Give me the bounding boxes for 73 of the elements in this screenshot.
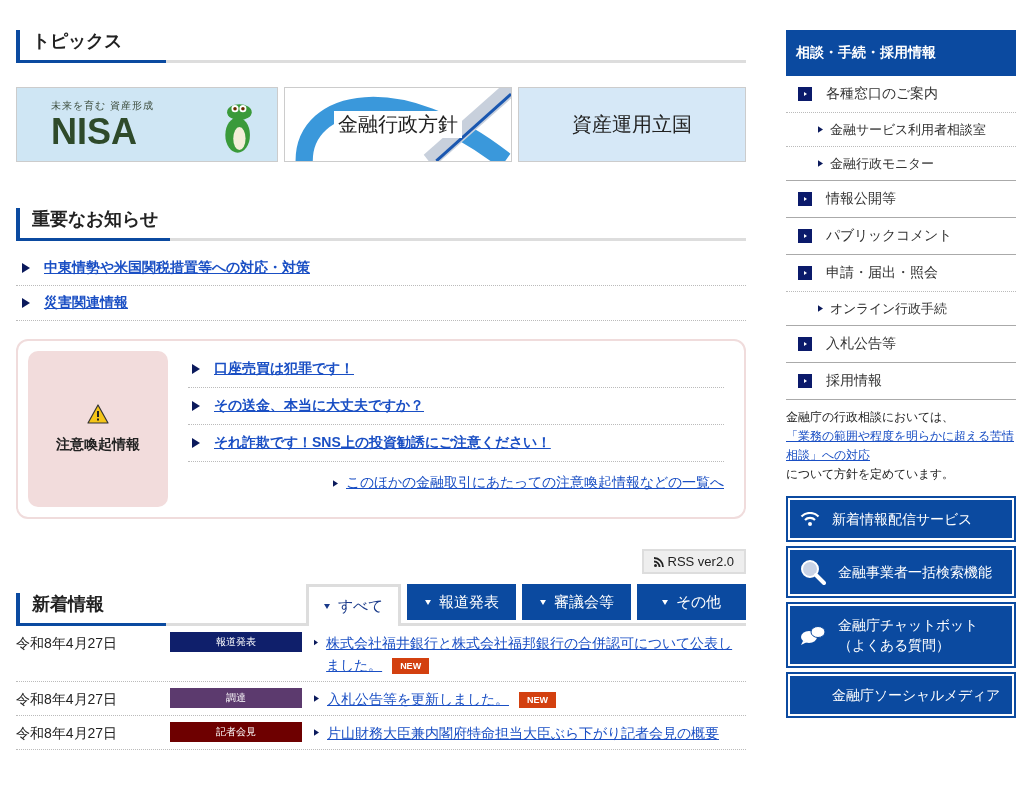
service-button[interactable]: 金融庁チャットボット （よくある質問） bbox=[788, 604, 1014, 666]
section-heading: 重要なお知らせ bbox=[16, 208, 170, 241]
alert-link[interactable]: その送金、本当に大丈夫ですか？ bbox=[214, 397, 424, 415]
notice-link[interactable]: 中東情勢や米国関税措置等への対応・対策 bbox=[44, 259, 310, 277]
news-tab[interactable]: 審議会等 bbox=[522, 584, 631, 620]
category-tag: 報道発表 bbox=[170, 632, 302, 652]
search-icon bbox=[800, 559, 826, 585]
news-date: 令和8年4月27日 bbox=[16, 724, 119, 743]
notice-link[interactable]: 災害関連情報 bbox=[44, 294, 128, 312]
triangle-icon bbox=[333, 479, 338, 487]
sidebar-sublink[interactable]: 金融サービス利用者相談室 bbox=[830, 120, 986, 139]
news-link[interactable]: 株式会社福井銀行と株式会社福邦銀行の合併認可について公表しました。 NEW bbox=[326, 632, 746, 676]
sidebar-link[interactable]: 採用情報 bbox=[826, 372, 882, 390]
arrow-square-icon bbox=[798, 266, 812, 280]
arrow-square-icon bbox=[798, 229, 812, 243]
news-date: 令和8年4月27日 bbox=[16, 690, 119, 709]
service-button[interactable]: 金融事業者一括検索機能 bbox=[788, 548, 1014, 596]
arrow-square-icon bbox=[798, 374, 812, 388]
caret-icon bbox=[324, 604, 330, 609]
caret-icon bbox=[662, 599, 668, 605]
alert-link[interactable]: それ詐欺です！SNS上の投資勧誘にご注意ください！ bbox=[214, 434, 551, 452]
sidebar-heading: 相談・手続・採用情報 bbox=[786, 30, 1016, 76]
rss-button[interactable]: RSS ver2.0 bbox=[641, 549, 746, 574]
triangle-icon bbox=[192, 401, 200, 411]
triangle-icon bbox=[22, 298, 30, 308]
news-tab[interactable]: 報道発表 bbox=[407, 584, 516, 620]
sidebar-link[interactable]: 入札公告等 bbox=[826, 335, 896, 353]
news-tab[interactable]: その他 bbox=[637, 584, 746, 620]
warning-icon bbox=[87, 404, 109, 424]
sidebar-sublink[interactable]: オンライン行政手続 bbox=[830, 299, 947, 318]
service-button[interactable]: 新着情報配信サービス bbox=[788, 498, 1014, 540]
triangle-icon bbox=[818, 160, 823, 167]
banner-link[interactable]: 未来を育む 資産形成 NISA bbox=[16, 87, 278, 162]
new-badge: NEW bbox=[392, 658, 430, 675]
sidebar-link[interactable]: 申請・届出・照会 bbox=[826, 264, 938, 282]
sidebar-link[interactable]: 情報公開等 bbox=[826, 190, 896, 208]
banner-link[interactable]: 資産運用立国 bbox=[518, 87, 746, 162]
triangle-icon bbox=[192, 438, 200, 448]
caret-icon bbox=[424, 599, 431, 605]
section-heading: 新着情報 bbox=[16, 593, 166, 626]
policy-note: について方針を定めています。 bbox=[786, 466, 954, 483]
triangle-icon bbox=[314, 639, 319, 646]
arrow-square-icon bbox=[798, 337, 812, 351]
service-button[interactable]: 金融庁ソーシャルメディア bbox=[788, 674, 1014, 716]
category-tag: 記者会見 bbox=[170, 722, 302, 742]
triangle-icon bbox=[314, 729, 319, 736]
news-link[interactable]: 片山財務大臣兼内閣府特命担当大臣ぶら下がり記者会見の概要 bbox=[327, 722, 719, 744]
section-heading: トピックス bbox=[16, 30, 166, 63]
sidebar-link[interactable]: パブリックコメント bbox=[826, 227, 952, 245]
news-tab[interactable]: すべて bbox=[306, 584, 401, 626]
rss-icon bbox=[653, 556, 664, 567]
caret-icon bbox=[539, 599, 546, 605]
triangle-icon bbox=[818, 305, 823, 312]
more-link[interactable]: このほかの金融取引にあたっての注意喚起情報などの一覧へ bbox=[346, 474, 724, 492]
triangle-icon bbox=[22, 263, 30, 273]
new-badge: NEW bbox=[519, 692, 556, 709]
wifi-icon bbox=[800, 512, 820, 526]
chat-bubbles-icon bbox=[800, 625, 826, 645]
policy-link[interactable]: 「業務の範囲や程度を明らかに超える苦情相談」への対応 bbox=[786, 427, 1016, 465]
arrow-square-icon bbox=[798, 192, 812, 206]
news-link[interactable]: 入札公告等を更新しました。 NEW bbox=[327, 688, 556, 710]
news-date: 令和8年4月27日 bbox=[16, 634, 119, 653]
sidebar-sublink[interactable]: 金融行政モニター bbox=[830, 154, 934, 173]
arrow-square-icon bbox=[798, 87, 812, 101]
alert-link[interactable]: 口座売買は犯罪です！ bbox=[214, 360, 354, 378]
triangle-icon bbox=[192, 364, 200, 374]
triangle-icon bbox=[818, 126, 823, 133]
category-tag: 調達 bbox=[170, 688, 302, 708]
banner-link[interactable]: 金融行政方針 bbox=[284, 87, 512, 162]
triangle-icon bbox=[314, 695, 319, 702]
alert-title: 注意喚起情報 bbox=[56, 436, 140, 454]
sidebar-link[interactable]: 各種窓口のご案内 bbox=[826, 85, 938, 103]
policy-note: 金融庁の行政相談においては、 bbox=[786, 409, 954, 426]
